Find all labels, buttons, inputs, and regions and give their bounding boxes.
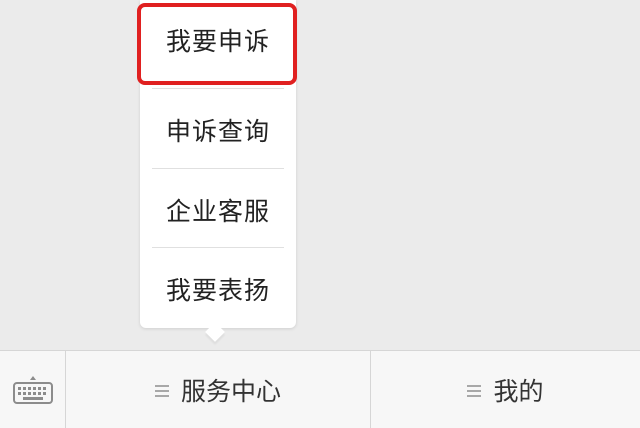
menu-divider [152,247,284,248]
submenu-popup: 我要申诉 申诉查询 企业客服 我要表扬 [140,0,296,328]
menu-item-appeal-query[interactable]: 申诉查询 [140,90,296,170]
tab-mine[interactable]: 我的 [371,351,640,428]
menu-item-enterprise-service[interactable]: 企业客服 [140,170,296,250]
menu-item-appeal[interactable]: 我要申诉 [140,0,296,80]
tab-label: 服务中心 [180,376,281,406]
menu-item-label: 我要表扬 [165,276,270,305]
tab-service-center[interactable]: 服务中心 [66,351,371,428]
keyboard-toggle-button[interactable] [0,351,66,428]
menu-lines-icon [154,382,169,400]
tab-label: 我的 [493,376,544,406]
menu-item-label: 我要申诉 [165,27,270,56]
keyboard-icon [12,375,53,404]
menu-divider [152,168,284,169]
menu-item-label: 申诉查询 [165,117,270,146]
menu-lines-icon [467,382,482,400]
bottom-menu-bar: 服务中心 我的 [0,350,640,428]
menu-item-label: 企业客服 [165,197,270,226]
menu-divider [152,88,284,89]
chat-screen: 我要申诉 申诉查询 企业客服 我要表扬 服务中心 我的 [0,0,640,428]
menu-item-praise[interactable]: 我要表扬 [140,249,296,329]
